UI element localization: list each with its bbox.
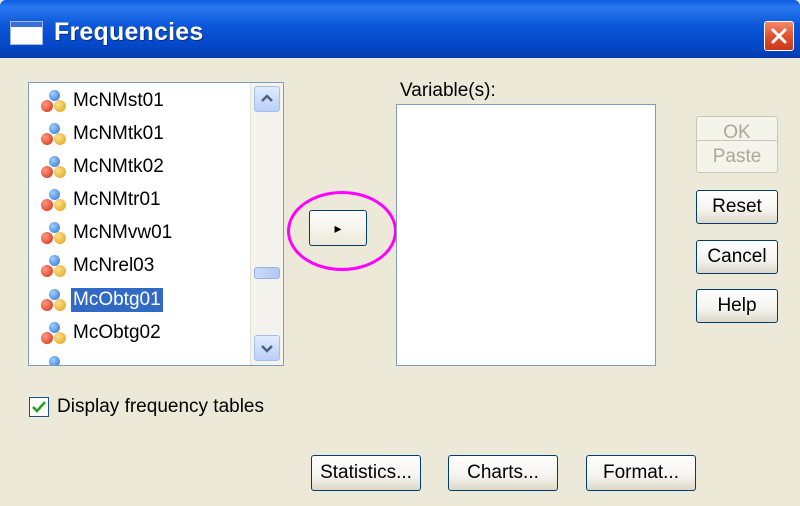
chevron-down-icon xyxy=(261,345,273,353)
close-button[interactable] xyxy=(764,21,794,51)
list-item[interactable]: McNMtk02 xyxy=(39,153,166,181)
checkmark-icon xyxy=(32,401,46,413)
title-bar: Frequencies xyxy=(0,0,800,58)
scroll-up-button[interactable] xyxy=(254,86,280,112)
list-item-label: McNMtr01 xyxy=(73,189,161,210)
scroll-down-button[interactable] xyxy=(254,335,280,361)
variable-icon xyxy=(39,154,69,180)
list-item-label: McObtg02 xyxy=(73,322,161,343)
display-tables-label: Display frequency tables xyxy=(57,396,264,417)
list-scrollbar[interactable] xyxy=(250,83,283,365)
source-variable-list[interactable]: McNMst01 McNMtk01 McNMtk02 McNMtr01 McNM… xyxy=(28,82,284,366)
arrow-right-icon: ▸ xyxy=(334,220,342,236)
display-tables-checkbox[interactable] xyxy=(29,397,49,417)
close-icon xyxy=(771,28,787,44)
display-tables-option[interactable]: Display frequency tables xyxy=(29,396,264,418)
help-button[interactable]: Help xyxy=(696,289,778,323)
list-item[interactable]: McNMtr01 xyxy=(39,186,163,214)
list-item[interactable]: McNrel03 xyxy=(39,252,156,280)
variable-icon xyxy=(39,88,69,114)
list-item-label: McObtg01 xyxy=(70,287,164,313)
statistics-button[interactable]: Statistics... xyxy=(311,455,421,491)
charts-button[interactable]: Charts... xyxy=(448,455,558,491)
list-item[interactable]: McObtg02 xyxy=(39,319,163,347)
variables-label: Variable(s): xyxy=(400,80,496,101)
format-button[interactable]: Format... xyxy=(586,455,696,491)
variable-icon xyxy=(39,121,69,147)
list-item-label: McNMtk01 xyxy=(73,123,164,144)
reset-button[interactable]: Reset xyxy=(696,190,778,224)
window-title: Frequencies xyxy=(54,18,204,46)
variable-icon xyxy=(39,253,69,279)
chevron-up-icon xyxy=(261,94,273,102)
list-item[interactable]: McNMst01 xyxy=(39,87,166,115)
list-item-label: McNrel03 xyxy=(73,255,155,276)
variable-icon xyxy=(39,320,69,346)
list-item-partial xyxy=(39,353,69,365)
variable-icon xyxy=(39,287,69,313)
list-item-selected[interactable]: McObtg01 xyxy=(39,286,164,314)
list-item[interactable]: McNMvw01 xyxy=(39,219,174,247)
move-variable-button[interactable]: ▸ xyxy=(309,210,367,246)
variable-icon xyxy=(39,220,69,246)
variable-icon xyxy=(39,354,69,365)
window-icon xyxy=(10,21,43,45)
paste-button[interactable]: Paste xyxy=(696,140,778,173)
scroll-thumb[interactable] xyxy=(254,267,280,279)
variable-icon xyxy=(39,187,69,213)
list-item-label: McNMtk02 xyxy=(73,156,164,177)
list-item-label: McNMst01 xyxy=(73,90,164,111)
list-item-label: McNMvw01 xyxy=(73,222,173,243)
variables-list[interactable] xyxy=(396,104,656,366)
list-item[interactable]: McNMtk01 xyxy=(39,120,166,148)
cancel-button[interactable]: Cancel xyxy=(696,240,778,274)
